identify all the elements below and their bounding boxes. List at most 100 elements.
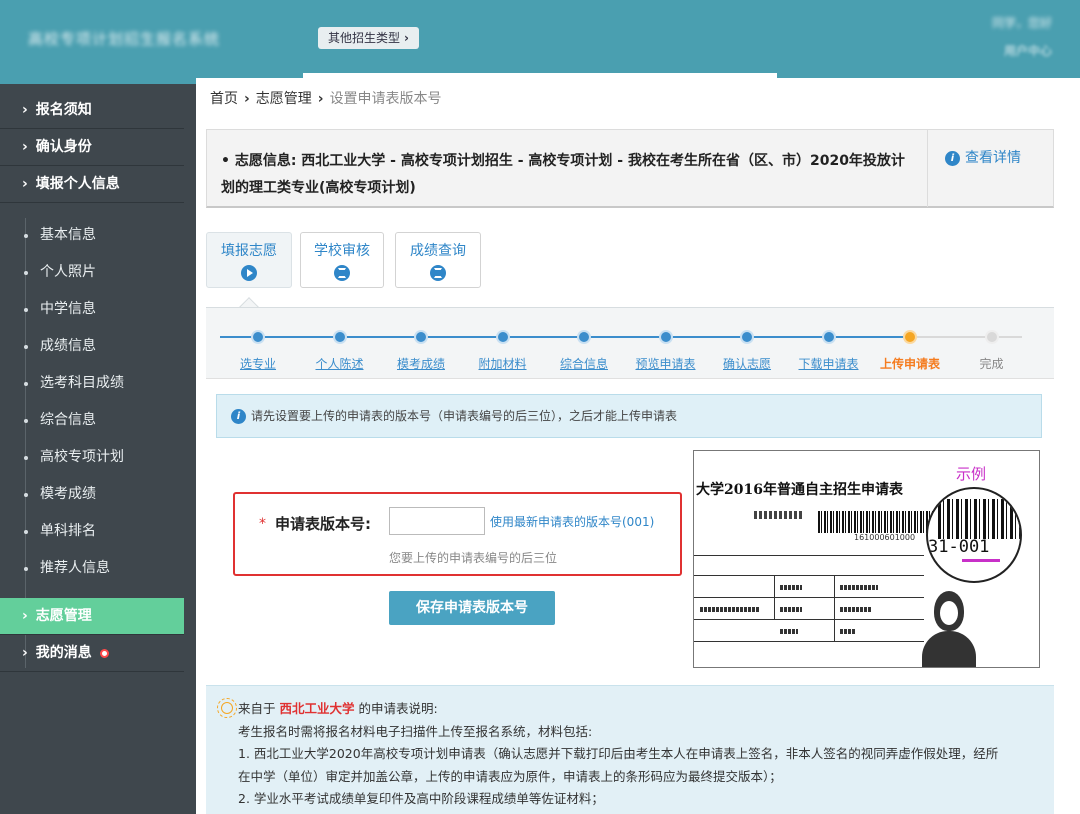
table-text	[840, 585, 878, 590]
description-line: 1. 西北工业大学2020年高校专项计划申请表（确认志愿并下载打印后由考生本人在…	[238, 746, 999, 761]
breadcrumb-current: 设置申请表版本号	[329, 91, 442, 107]
desc-suffix: 的申请表说明:	[358, 701, 438, 716]
breadcrumb-home[interactable]: 首页	[210, 91, 238, 107]
description-line: 考生报名时需将报名材料电子扫描件上传至报名系统，材料包括:	[238, 723, 593, 739]
sidebar-item-label: 我的消息	[35, 645, 92, 661]
version-underline	[962, 559, 1000, 562]
sidebar-subitem-basic-info[interactable]: 基本信息	[0, 217, 184, 254]
zoom-magnifier: 31-001	[926, 487, 1022, 583]
barcode	[818, 511, 934, 533]
step-link-3[interactable]: 模考成绩	[397, 355, 445, 372]
required-asterisk: *	[259, 516, 266, 532]
version-number-input[interactable]	[389, 507, 485, 535]
user-name: 同学，您好	[991, 16, 1052, 30]
step-link-5[interactable]: 综合信息	[560, 355, 608, 372]
table-text	[840, 629, 856, 634]
sample-form-title: 大学2016年普通自主招生申请表	[696, 482, 903, 498]
progress-steps: 选专业 个人陈述 模考成绩 附加材料 综合信息 预览申请表 确认志愿 下载申请表 上传申请表 完成	[206, 307, 1054, 379]
info-icon: i	[945, 150, 960, 166]
tab-label: 填报志愿	[221, 243, 277, 259]
lightbulb-icon	[217, 698, 237, 718]
play-icon	[241, 265, 257, 281]
chevron-right-icon: ›	[317, 91, 324, 107]
hourglass-icon	[334, 265, 350, 281]
table-rule	[694, 641, 924, 642]
sidebar-subitem-grades[interactable]: 成绩信息	[0, 328, 184, 365]
sidebar-subitem-elective-grades[interactable]: 选考科目成绩	[0, 365, 184, 402]
sidebar-subitem-subject-ranking[interactable]: 单科排名	[0, 513, 184, 550]
tab-fill-application[interactable]: 填报志愿	[206, 232, 292, 288]
sidebar-subitem-high-school[interactable]: 中学信息	[0, 291, 184, 328]
zoomed-barcode	[938, 499, 1020, 539]
sidebar-item-registration-notice[interactable]: › 报名须知	[0, 92, 184, 129]
sidebar-subitem-mock-exam[interactable]: 模考成绩	[0, 476, 184, 513]
sidebar-item-label: 填报个人信息	[35, 176, 120, 192]
table-rule	[694, 597, 924, 598]
site-logo[interactable]: 高校专项计划招生报名系统	[28, 28, 288, 50]
chevron-right-icon: ›	[22, 139, 28, 155]
sidebar-subitem-photo[interactable]: 个人照片	[0, 254, 184, 291]
step-link-7[interactable]: 确认志愿	[723, 355, 771, 372]
sidebar-item-label: 志愿管理	[35, 608, 92, 624]
table-rule	[834, 575, 835, 641]
view-details-link[interactable]: i 查看详情	[945, 147, 1021, 167]
chevron-right-icon: ›	[22, 176, 28, 192]
sidebar-subitem-comprehensive-info[interactable]: 综合信息	[0, 402, 184, 439]
progress-line-remaining	[910, 336, 1022, 338]
sidebar-item-application-management[interactable]: › 志愿管理	[0, 598, 184, 635]
photo-face	[940, 601, 958, 625]
step-link-2[interactable]: 个人陈述	[315, 355, 363, 372]
unread-badge-icon	[99, 648, 109, 658]
table-rule	[694, 619, 924, 620]
table-text	[840, 607, 872, 612]
version-form-highlight: * 申请表版本号: 使用最新申请表的版本号(001) 您要上传的申请表编号的后三…	[233, 492, 682, 576]
step-link-1[interactable]: 选专业	[240, 355, 276, 372]
info-icon: i	[231, 409, 246, 424]
sidebar-item-label: 报名须知	[35, 102, 92, 118]
step-dot-9	[903, 330, 917, 344]
sidebar-item-my-messages[interactable]: › 我的消息	[0, 635, 184, 672]
sidebar-item-personal-info[interactable]: › 填报个人信息	[0, 166, 184, 203]
progress-line-completed	[220, 336, 910, 338]
version-number-hint: 您要上传的申请表编号的后三位	[389, 551, 558, 565]
tab-score-query[interactable]: 成绩查询	[395, 232, 481, 288]
step-dot-4	[495, 330, 510, 344]
sidebar-item-label: 确认身份	[35, 139, 92, 155]
barcode-number: 161000601000	[854, 533, 916, 542]
chevron-right-icon: ›	[22, 608, 28, 624]
step-link-6[interactable]: 预览申请表	[635, 355, 695, 372]
sample-application-image: 大学2016年普通自主招生申请表 示例 161000601000 31-001	[693, 450, 1040, 668]
table-rule	[694, 555, 924, 556]
application-info-text: • 志愿信息: 西北工业大学 - 高校专项计划招生 - 高校专项计划 - 我校在…	[221, 153, 905, 196]
version-number-label: 申请表版本号:	[275, 515, 371, 533]
sidebar-item-confirm-identity[interactable]: › 确认身份	[0, 129, 184, 166]
other-admission-type-button[interactable]: 其他招生类型 ›	[318, 27, 419, 49]
tab-school-review[interactable]: 学校审核	[300, 232, 384, 288]
breadcrumb: 首页 › 志愿管理 › 设置申请表版本号	[210, 88, 442, 108]
id-photo	[918, 585, 980, 667]
view-details-label: 查看详情	[965, 150, 1021, 166]
photo-body	[922, 631, 976, 667]
step-link-8[interactable]: 下载申请表	[798, 355, 858, 372]
chevron-right-icon: ›	[22, 102, 28, 118]
application-info-box: • 志愿信息: 西北工业大学 - 高校专项计划招生 - 高校专项计划 - 我校在…	[206, 129, 1054, 208]
notice-text: 请先设置要上传的申请表的版本号（申请表编号的后三位），之后才能上传申请表	[251, 409, 678, 423]
chevron-right-icon: ›	[244, 91, 250, 107]
main-content: 首页 › 志愿管理 › 设置申请表版本号 • 志愿信息: 西北工业大学 - 高校专项计划…	[196, 78, 1080, 814]
tab-label: 学校审核	[314, 243, 370, 259]
step-link-4[interactable]: 附加材料	[478, 355, 526, 372]
step-dot-1	[251, 330, 265, 344]
user-center-link[interactable]: 用户中心	[952, 42, 1052, 58]
sidebar-subitem-recommender[interactable]: 推荐人信息	[0, 550, 184, 587]
tab-label: 成绩查询	[410, 243, 466, 259]
use-latest-version-link[interactable]: 使用最新申请表的版本号(001)	[490, 513, 654, 530]
description-line: 2. 学业水平考试成绩单复印件及高中阶段课程成绩单等佐证材料；	[238, 791, 604, 806]
desc-prefix: 来自于	[238, 701, 276, 716]
breadcrumb-application-management[interactable]: 志愿管理	[256, 91, 312, 107]
save-version-button[interactable]: 保存申请表版本号	[389, 591, 555, 625]
table-text	[780, 629, 798, 634]
sidebar-subitem-special-plan[interactable]: 高校专项计划	[0, 439, 184, 476]
sample-field-label	[754, 511, 804, 519]
step-dot-6	[658, 330, 673, 344]
step-dot-2	[332, 330, 347, 344]
